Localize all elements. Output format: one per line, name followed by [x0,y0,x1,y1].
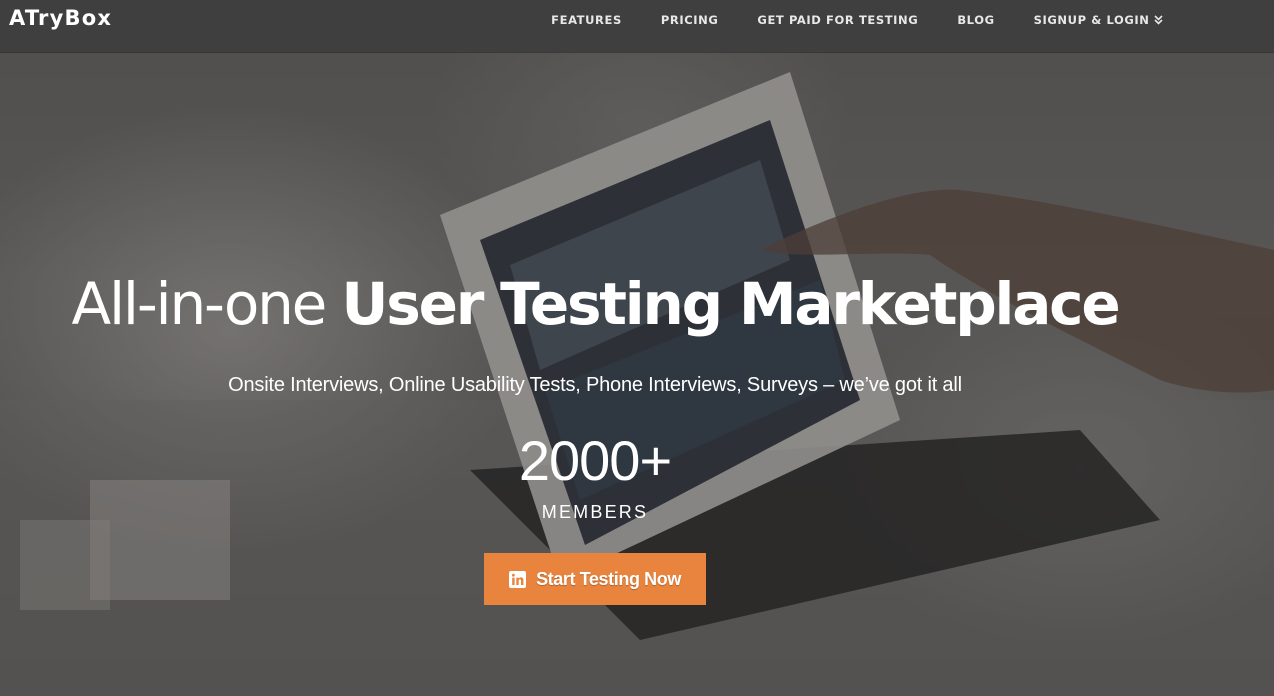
members-label: MEMBERS [541,502,649,522]
nav-signup-login-label: SIGNUP & LOGIN [1033,13,1150,27]
linkedin-icon [509,570,527,588]
main-nav: FEATURES PRICING GET PAID FOR TESTING BL… [532,13,1182,27]
hero-headline-bold: User Testing Marketplace [341,270,1120,338]
nav-blog-link[interactable]: BLOG [938,13,1014,27]
nav-signup-login-dropdown[interactable]: SIGNUP & LOGIN [1014,13,1182,27]
nav-pricing-label: PRICING [660,13,719,27]
hero-headline-light: All-in-one [71,270,342,338]
nav-features-label: FEATURES [551,13,622,27]
brand-logo[interactable]: ATryBox [9,6,112,30]
hero-headline: All-in-one User Testing Marketplace [0,270,1190,338]
top-navbar: ATryBox FEATURES PRICING GET PAID FOR TE… [0,0,1274,52]
start-testing-label: Start Testing Now [536,568,681,589]
start-testing-button[interactable]: Start Testing Now [484,553,706,605]
nav-get-paid-label: GET PAID FOR TESTING [757,13,919,27]
double-chevron-down-icon [1153,15,1163,25]
nav-pricing-link[interactable]: PRICING [641,13,738,27]
members-count: 2000+ [518,429,672,492]
nav-features-link[interactable]: FEATURES [532,13,642,27]
nav-blog-label: BLOG [957,13,995,27]
nav-get-paid-link[interactable]: GET PAID FOR TESTING [738,13,938,27]
page: ATryBox FEATURES PRICING GET PAID FOR TE… [0,0,1274,696]
hero-subheadline: Onsite Interviews, Online Usability Test… [228,374,962,396]
